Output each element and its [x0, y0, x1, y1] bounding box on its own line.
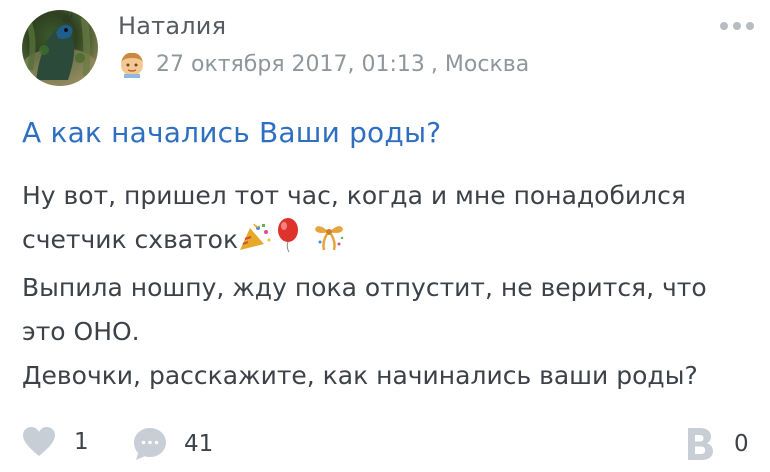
- post-date: 27 октября 2017, 01:13: [156, 51, 425, 77]
- like-button[interactable]: 1: [22, 426, 89, 458]
- share-count: 0: [734, 431, 749, 457]
- share-button[interactable]: 0: [684, 426, 749, 462]
- post-title[interactable]: А как начались Ваши роды?: [22, 116, 441, 149]
- post-body-line: Выпила ношпу, жду пока отпустит, не вери…: [22, 273, 707, 302]
- post-body-line-with-emoji: счетчик схваток: [22, 218, 752, 266]
- author-name[interactable]: Наталия: [118, 12, 226, 40]
- post-footer: 1 41 0: [0, 426, 770, 466]
- more-dots-icon: [733, 22, 741, 30]
- user-face-icon: [121, 52, 143, 78]
- comment-bubble-icon: [134, 428, 166, 460]
- avatar-image: [22, 13, 98, 86]
- post-meta: 27 октября 2017, 01:13 , Москва: [118, 50, 529, 78]
- heart-icon: [23, 427, 55, 456]
- b-logo-icon: [688, 428, 713, 460]
- balloon-emoji: [276, 218, 300, 266]
- party-popper-emoji: [238, 222, 272, 266]
- post-body-line: Ну вот, пришел тот час, когда и мне пона…: [22, 181, 686, 210]
- post-body-text: счетчик схваток: [22, 225, 239, 254]
- comments-button[interactable]: 41: [132, 426, 213, 462]
- post-location[interactable]: , Москва: [431, 52, 529, 77]
- post-body: Ну вот, пришел тот час, когда и мне пона…: [22, 174, 752, 398]
- author-avatar[interactable]: [22, 10, 98, 86]
- ribbon-bow-emoji: [312, 220, 346, 266]
- post-body-line: это ОНО.: [22, 317, 140, 346]
- more-dots-icon: [746, 22, 754, 30]
- more-options-button[interactable]: [720, 22, 754, 30]
- like-count: 1: [74, 429, 89, 455]
- post-body-line: Девочки, расскажите, как начинались ваши…: [22, 361, 698, 390]
- more-dots-icon: [720, 22, 728, 30]
- comment-count: 41: [184, 431, 214, 457]
